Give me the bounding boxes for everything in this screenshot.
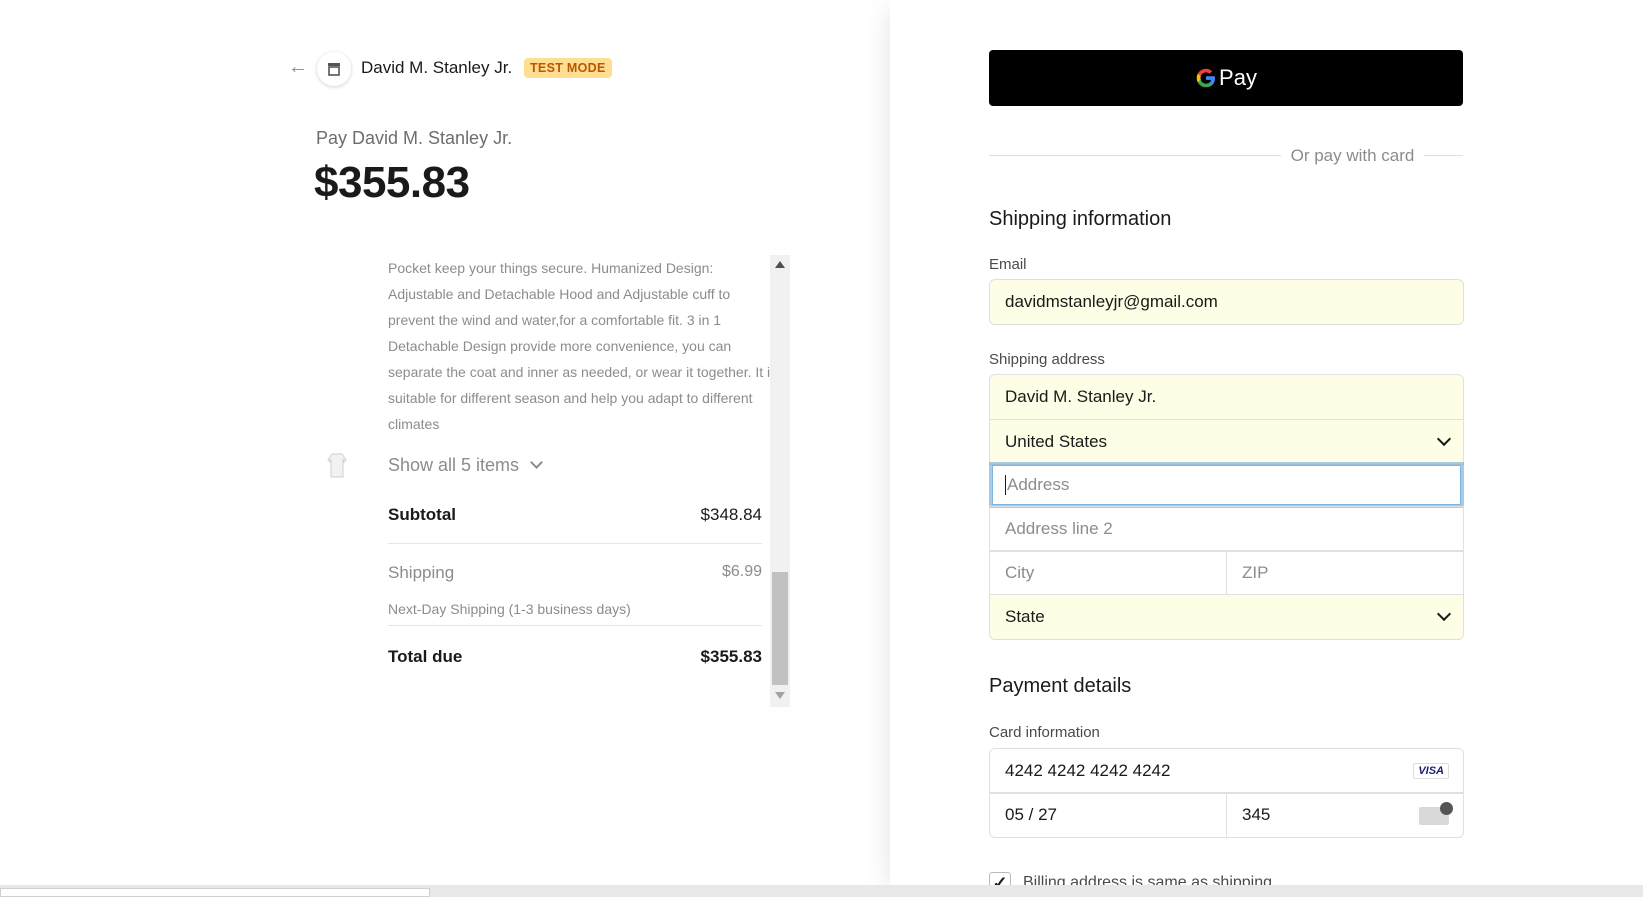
product-description: Pocket keep your things secure. Humanize… <box>388 260 778 432</box>
state-select[interactable]: State <box>989 594 1464 640</box>
card-number-value: 4242 4242 4242 4242 <box>1005 761 1171 780</box>
divider <box>388 625 762 626</box>
horizontal-scroll-thumb[interactable] <box>0 888 430 897</box>
card-info-label: Card information <box>989 724 1100 741</box>
cvc-input[interactable]: 345 <box>1226 792 1464 838</box>
total-amount: $355.83 <box>314 158 470 207</box>
country-value: United States <box>1005 432 1108 451</box>
cvc-value: 345 <box>1242 805 1271 824</box>
address-line2-input[interactable]: Address line 2 <box>989 506 1464 552</box>
google-pay-label: Pay <box>1219 65 1257 90</box>
scroll-up-icon[interactable] <box>775 261 785 268</box>
chevron-down-icon <box>1436 431 1452 447</box>
scroll-down-icon[interactable] <box>775 692 785 699</box>
shipping-address-label: Shipping address <box>989 351 1105 368</box>
subtotal-label: Subtotal <box>388 505 456 524</box>
google-g-icon <box>1196 68 1216 88</box>
name-field[interactable]: David M. Stanley Jr. <box>989 374 1464 420</box>
store-icon <box>317 52 351 86</box>
city-input[interactable]: City <box>989 550 1227 596</box>
total-label: Total due <box>388 647 463 666</box>
email-label: Email <box>989 256 1027 273</box>
chevron-down-icon <box>1436 606 1452 622</box>
scroll-thumb[interactable] <box>772 572 788 685</box>
subtotal-value: $348.84 <box>700 505 762 524</box>
shipping-info-heading: Shipping information <box>989 208 1172 230</box>
card-number-input[interactable]: 4242 4242 4242 4242 VISA <box>989 748 1464 794</box>
google-pay-button[interactable]: Pay <box>989 50 1463 106</box>
back-arrow-icon[interactable]: ← <box>288 56 310 78</box>
show-all-items-toggle[interactable]: Show all 5 items <box>388 455 543 476</box>
email-field[interactable]: davidmstanleyjr@gmail.com <box>989 279 1464 325</box>
product-thumbnail <box>326 451 348 479</box>
order-summary-pane: ← David M. Stanley Jr. TEST MODE Pay Dav… <box>0 0 890 897</box>
horizontal-scrollbar[interactable] <box>0 885 1643 897</box>
expiry-input[interactable]: 05 / 27 <box>989 792 1227 838</box>
subtotal-row: Subtotal $348.84 <box>388 505 762 525</box>
country-select[interactable]: United States <box>989 419 1464 465</box>
shipping-label: Shipping <box>388 563 455 582</box>
shipping-row: Shipping $6.99 <box>388 563 762 583</box>
visa-icon: VISA <box>1413 763 1449 779</box>
line-items-panel: Pocket keep your things secure. Humanize… <box>316 255 792 707</box>
test-mode-badge: TEST MODE <box>524 58 612 78</box>
address-placeholder: Address <box>1007 475 1070 494</box>
shipping-value: $6.99 <box>721 563 762 580</box>
payment-details-heading: Payment details <box>989 675 1132 697</box>
chevron-down-icon <box>530 456 543 469</box>
zip-input[interactable]: ZIP <box>1226 550 1464 596</box>
payment-pane: Pay Or pay with card Shipping informatio… <box>890 0 1643 897</box>
or-pay-with-card: Or pay with card <box>890 146 1643 166</box>
cvc-card-icon <box>1419 802 1453 825</box>
show-all-label: Show all 5 items <box>388 455 520 475</box>
shipping-detail: Next-Day Shipping (1-3 business days) <box>388 601 631 617</box>
total-row: Total due $355.83 <box>388 647 762 667</box>
or-pay-with-card-label: Or pay with card <box>1280 146 1425 165</box>
address-input[interactable]: Address <box>989 462 1464 508</box>
total-value: $355.83 <box>700 647 762 666</box>
pay-label: Pay David M. Stanley Jr. <box>316 128 513 148</box>
divider <box>388 543 762 544</box>
merchant-name: David M. Stanley Jr. <box>361 58 513 77</box>
state-value: State <box>1005 607 1045 626</box>
text-cursor <box>1005 475 1006 495</box>
summary-scrollbar[interactable] <box>770 255 790 707</box>
